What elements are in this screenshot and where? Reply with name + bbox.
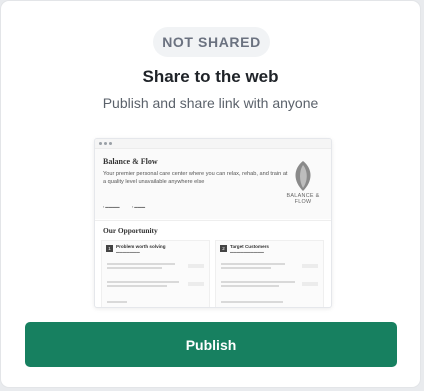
preview-text-line bbox=[221, 263, 285, 265]
preview-card-number: 2 bbox=[220, 245, 227, 252]
preview-text-line bbox=[107, 281, 179, 283]
preview-card-customers: 2 Target Customers ▬▬▬▬▬▬▬▬▬▬ bbox=[215, 240, 324, 307]
preview-card-subtitle-placeholder: ▬▬▬▬▬▬▬ bbox=[116, 250, 140, 254]
preview-card-problem: 1 Problem worth solving ▬▬▬▬▬▬▬ bbox=[101, 240, 210, 307]
preview-text-line bbox=[107, 267, 162, 269]
preview-card-subtitle-placeholder: ▬▬▬▬▬▬▬▬▬▬ bbox=[230, 250, 264, 254]
preview-chip bbox=[188, 264, 204, 268]
preview-chip bbox=[302, 264, 318, 268]
dialog-title: Share to the web bbox=[142, 67, 279, 86]
window-dot bbox=[109, 142, 112, 145]
preview-hero: Balance & Flow Your premier personal car… bbox=[95, 149, 331, 219]
preview-text-line bbox=[107, 301, 127, 303]
preview-card-title: Problem worth solving bbox=[116, 244, 166, 249]
preview-brand: Balance & Flow bbox=[103, 157, 158, 166]
page-preview-thumbnail: Balance & Flow Your premier personal car… bbox=[94, 138, 332, 308]
preview-text-line bbox=[107, 285, 167, 287]
preview-logo-text: BALANCE & FLOW bbox=[286, 193, 320, 205]
preview-meta-placeholder: ▪ ▬▬▬ bbox=[132, 205, 146, 209]
preview-text-line bbox=[221, 301, 283, 303]
preview-chip bbox=[302, 282, 318, 286]
preview-window-bar bbox=[95, 139, 331, 149]
preview-card-title: Target Customers bbox=[230, 244, 269, 249]
preview-card-number: 1 bbox=[106, 245, 113, 252]
preview-text-line bbox=[107, 263, 175, 265]
preview-text-line bbox=[221, 285, 279, 287]
preview-divider bbox=[95, 220, 331, 221]
window-dot bbox=[104, 142, 107, 145]
preview-text-line bbox=[221, 281, 295, 283]
preview-tagline: Your premier personal care center where … bbox=[103, 171, 288, 185]
preview-meta-placeholder: ▪ ▬▬▬▬ bbox=[103, 205, 120, 209]
preview-chip bbox=[188, 282, 204, 286]
share-dialog: NOT SHARED Share to the web Publish and … bbox=[1, 1, 420, 387]
preview-section-title: Our Opportunity bbox=[103, 226, 158, 235]
preview-text-line bbox=[221, 267, 271, 269]
status-badge: NOT SHARED bbox=[153, 27, 270, 57]
publish-button[interactable]: Publish bbox=[25, 322, 397, 367]
leaf-logo-icon bbox=[295, 161, 311, 191]
window-dot bbox=[99, 142, 102, 145]
dialog-subtitle: Publish and share link with anyone bbox=[102, 95, 319, 111]
